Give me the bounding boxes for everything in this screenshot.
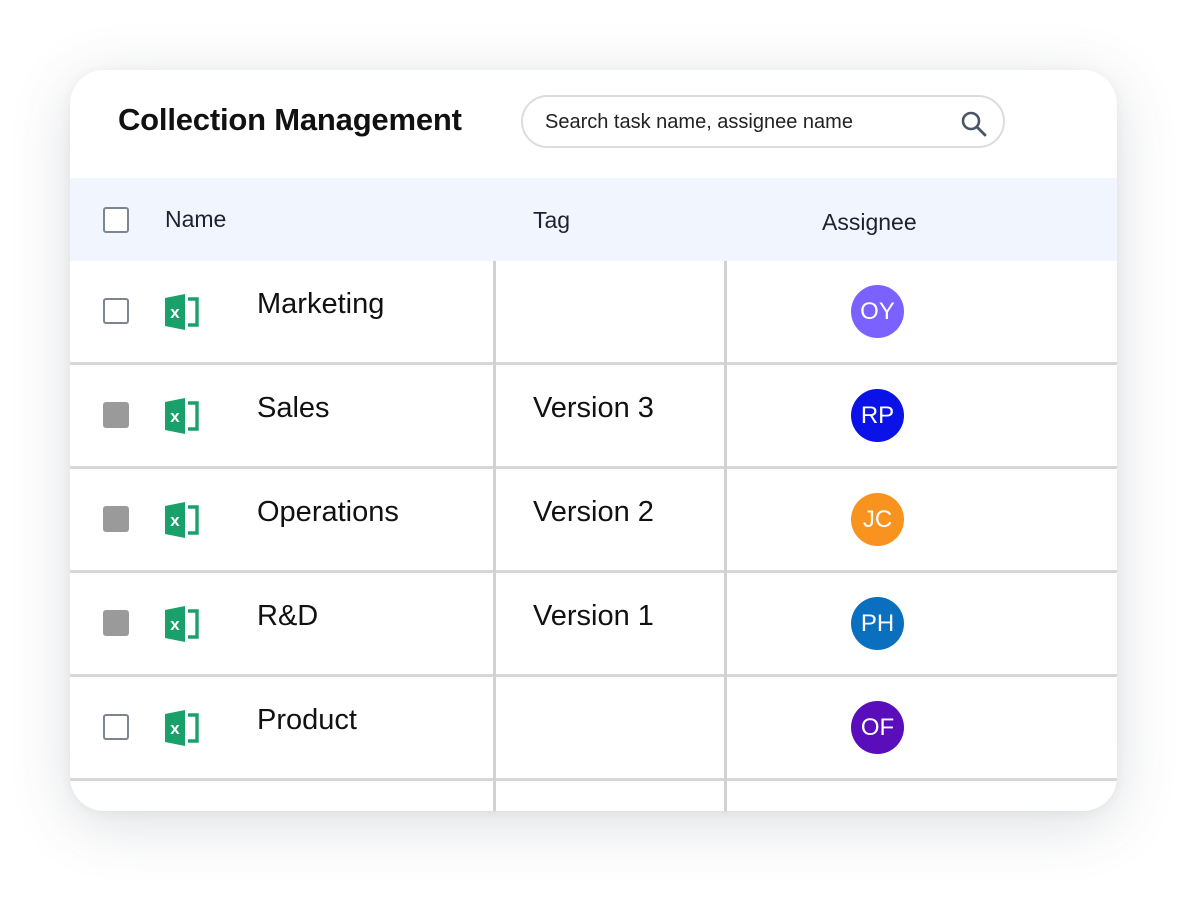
table-row[interactable]: x Operations Version 2 JC bbox=[70, 469, 1117, 573]
excel-icon: x bbox=[165, 502, 199, 538]
row-tag: Version 3 bbox=[533, 392, 654, 424]
table-row[interactable]: x Sales Version 3 RP bbox=[70, 365, 1117, 469]
row-name[interactable]: Marketing bbox=[257, 288, 384, 321]
excel-icon: x bbox=[165, 710, 199, 746]
table-header: Name Tag Assignee bbox=[70, 178, 1117, 261]
avatar[interactable]: PH bbox=[851, 597, 904, 650]
column-header-tag[interactable]: Tag bbox=[533, 207, 570, 234]
select-all-checkbox[interactable] bbox=[103, 207, 129, 233]
row-checkbox[interactable] bbox=[103, 506, 129, 532]
row-checkbox[interactable] bbox=[103, 610, 129, 636]
table-row[interactable]: x Product OF bbox=[70, 677, 1117, 781]
svg-text:x: x bbox=[170, 303, 180, 322]
table-row[interactable]: x R&D Version 1 PH bbox=[70, 573, 1117, 677]
row-name[interactable]: Product bbox=[257, 704, 357, 737]
avatar[interactable]: RP bbox=[851, 389, 904, 442]
row-tag: Version 2 bbox=[533, 496, 654, 528]
avatar[interactable]: OF bbox=[851, 701, 904, 754]
collection-management-card: Collection Management Name Tag Assignee … bbox=[70, 70, 1117, 811]
column-header-name[interactable]: Name bbox=[165, 206, 226, 233]
page-title: Collection Management bbox=[118, 102, 462, 137]
excel-icon: x bbox=[165, 294, 199, 330]
avatar[interactable]: OY bbox=[851, 285, 904, 338]
column-divider-assignee bbox=[724, 261, 727, 811]
excel-icon: x bbox=[165, 398, 199, 434]
row-checkbox[interactable] bbox=[103, 298, 129, 324]
row-checkbox[interactable] bbox=[103, 714, 129, 740]
row-tag: Version 1 bbox=[533, 600, 654, 632]
search-icon[interactable] bbox=[959, 109, 989, 139]
row-name[interactable]: Sales bbox=[257, 392, 330, 425]
svg-text:x: x bbox=[170, 511, 180, 530]
row-checkbox[interactable] bbox=[103, 402, 129, 428]
svg-text:x: x bbox=[170, 615, 180, 634]
row-name[interactable]: Operations bbox=[257, 496, 399, 529]
avatar[interactable]: JC bbox=[851, 493, 904, 546]
svg-text:x: x bbox=[170, 407, 180, 426]
svg-text:x: x bbox=[170, 719, 180, 738]
search-input[interactable] bbox=[545, 108, 935, 136]
row-divider bbox=[70, 778, 1117, 781]
column-divider-tag bbox=[493, 261, 496, 811]
column-header-assignee[interactable]: Assignee bbox=[822, 209, 917, 236]
row-name[interactable]: R&D bbox=[257, 600, 318, 633]
search-box[interactable] bbox=[521, 95, 1005, 148]
table-row[interactable]: x Marketing OY bbox=[70, 261, 1117, 365]
excel-icon: x bbox=[165, 606, 199, 642]
